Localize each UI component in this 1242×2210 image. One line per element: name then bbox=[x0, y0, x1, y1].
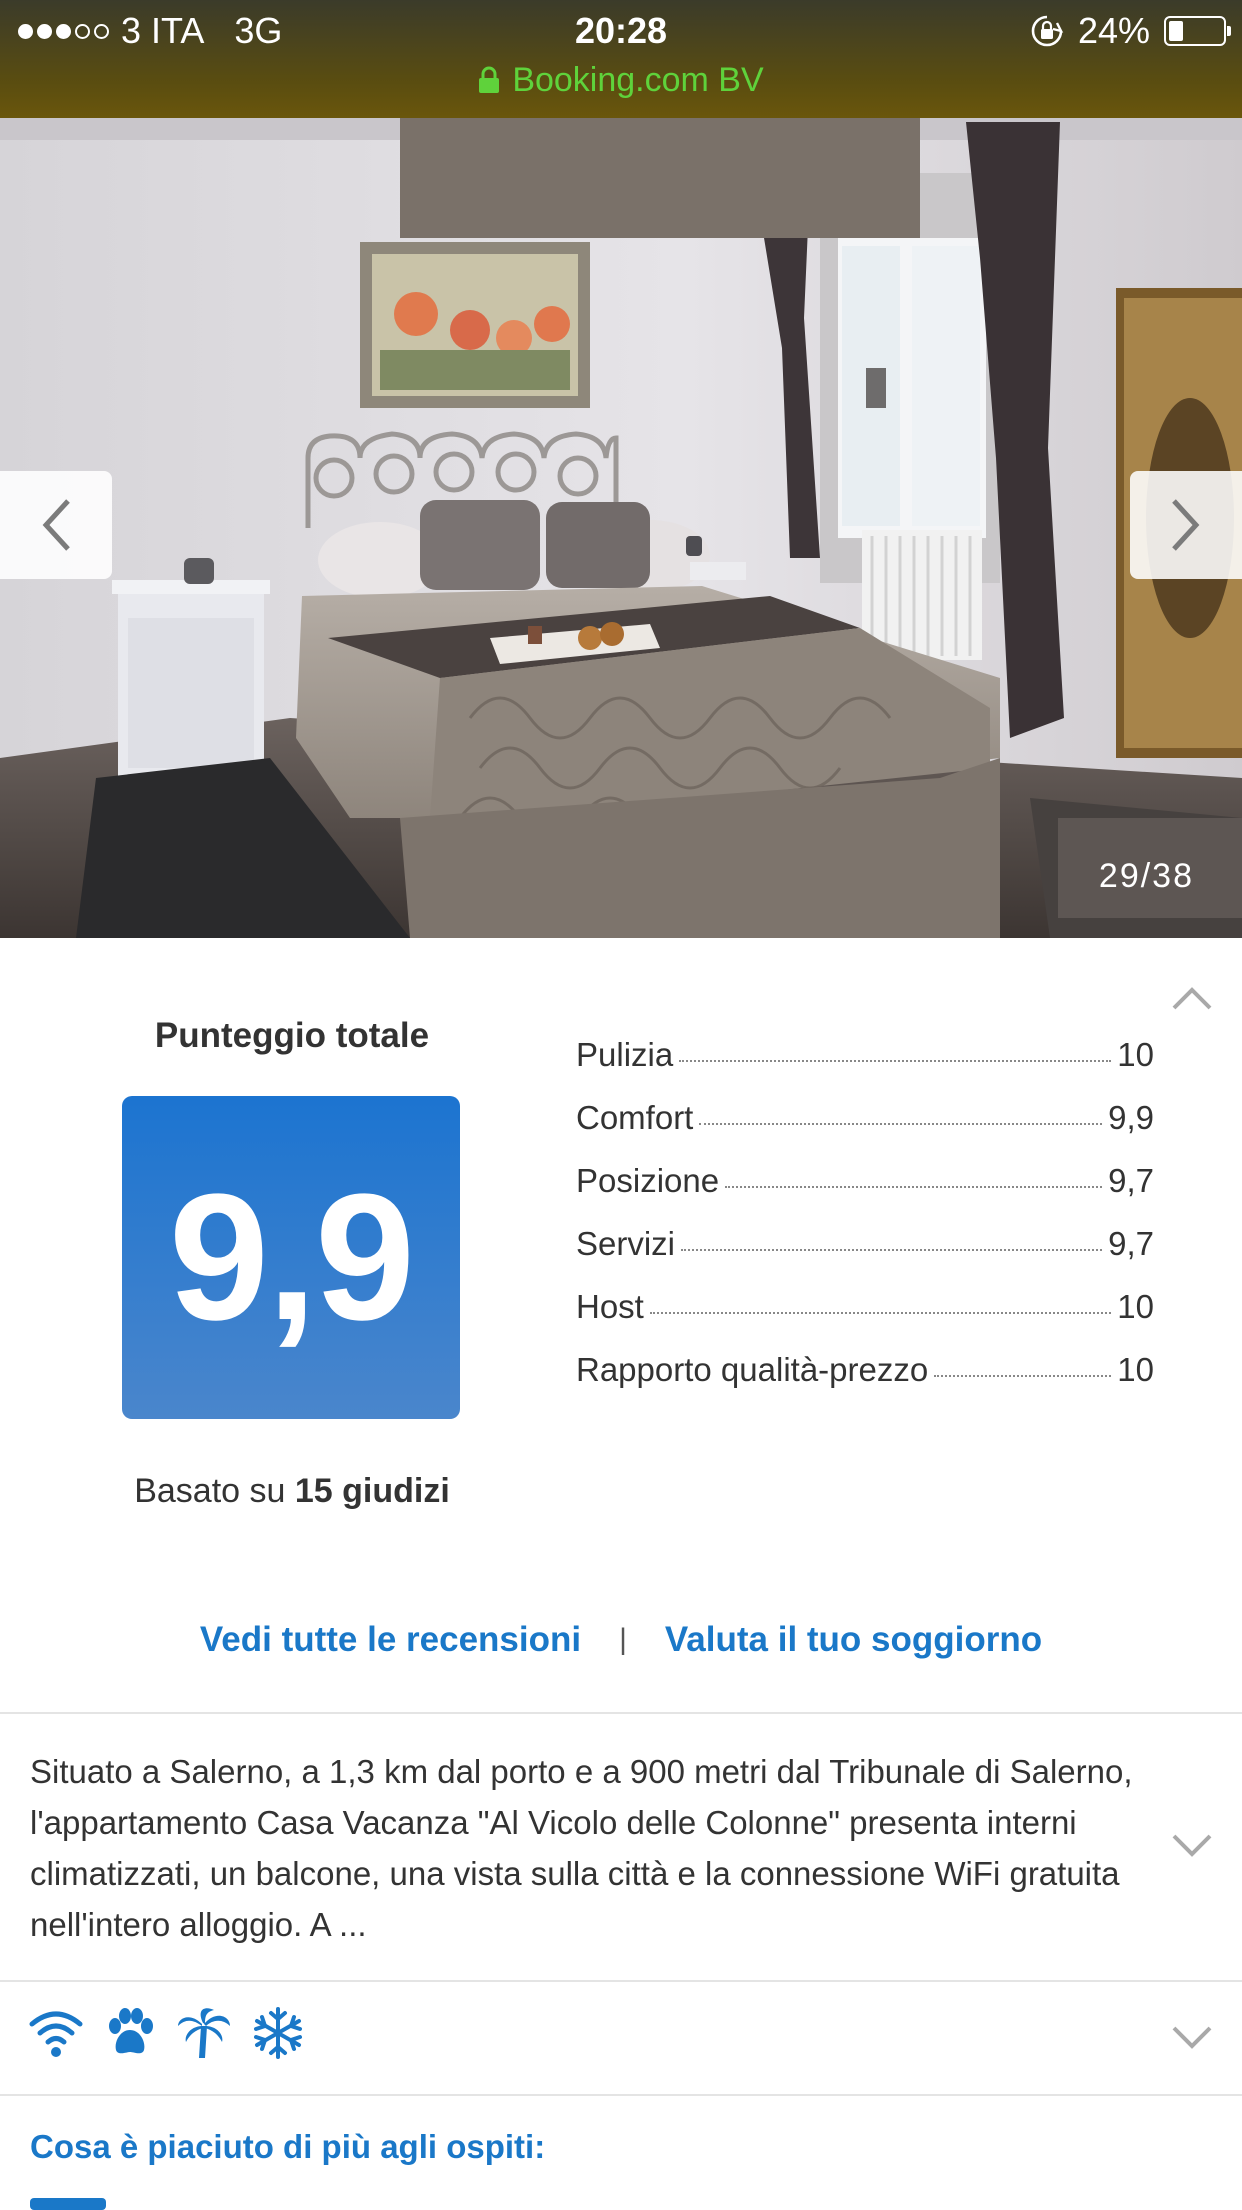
category-value: 9,7 bbox=[1108, 1225, 1154, 1262]
category-scores: Pulizia 10 Comfort 9,9 Posizione 9,7 Serviz… bbox=[576, 1036, 1154, 1414]
liked-badge-stub bbox=[30, 2198, 106, 2210]
category-row: Posizione 9,7 bbox=[576, 1162, 1154, 1225]
snowflake-icon bbox=[254, 2007, 302, 2059]
review-count-number: 15 giudizi bbox=[294, 1472, 450, 1510]
url-text: Booking.com BV bbox=[512, 60, 764, 99]
score-badge: 9,9 bbox=[122, 1096, 460, 1419]
category-value: 10 bbox=[1117, 1288, 1154, 1325]
palm-tree-icon bbox=[178, 2008, 230, 2058]
divider bbox=[0, 2094, 1242, 2096]
category-value: 9,7 bbox=[1108, 1162, 1154, 1199]
photo-gallery[interactable]: 29/38 bbox=[0, 118, 1242, 938]
previous-photo-button[interactable] bbox=[0, 471, 112, 579]
link-separator: | bbox=[619, 1623, 627, 1656]
next-photo-button[interactable] bbox=[1130, 471, 1242, 579]
amenity-icons[interactable] bbox=[28, 2005, 306, 2061]
property-description[interactable]: Situato a Salerno, a 1,3 km dal porto e … bbox=[30, 1746, 1160, 1950]
category-row: Host 10 bbox=[576, 1288, 1154, 1351]
chevron-up-icon[interactable] bbox=[1168, 984, 1216, 1014]
category-label: Posizione bbox=[576, 1162, 720, 1199]
divider bbox=[0, 1980, 1242, 1982]
photo-counter: 29/38 bbox=[1098, 857, 1194, 895]
review-links: Vedi tutte le recensioni | Valuta il tuo… bbox=[0, 1617, 1242, 1663]
chevron-down-icon[interactable] bbox=[1168, 1830, 1216, 1860]
status-bar: 3 ITA 3G 20:28 24% Booking.com BV bbox=[0, 0, 1242, 118]
wifi-icon bbox=[29, 2011, 83, 2057]
category-label: Pulizia bbox=[576, 1036, 674, 1073]
category-value: 10 bbox=[1117, 1036, 1154, 1073]
battery-icon bbox=[1164, 16, 1231, 46]
score-title: Punteggio totale bbox=[154, 1016, 430, 1055]
chevron-left-icon bbox=[42, 499, 70, 551]
divider bbox=[0, 1712, 1242, 1714]
rate-stay-link[interactable]: Valuta il tuo soggiorno bbox=[665, 1620, 1042, 1660]
padlock-icon bbox=[479, 66, 500, 93]
score-value: 9,9 bbox=[168, 1157, 415, 1358]
status-right-group: 24% bbox=[1030, 10, 1231, 52]
category-label: Rapporto qualità-prezzo bbox=[576, 1351, 929, 1388]
category-row: Rapporto qualità-prezzo 10 bbox=[576, 1351, 1154, 1414]
chevron-right-icon bbox=[1172, 499, 1200, 551]
category-label: Comfort bbox=[576, 1099, 694, 1136]
category-value: 9,9 bbox=[1108, 1099, 1154, 1136]
category-value: 10 bbox=[1117, 1351, 1154, 1388]
rotation-lock-icon bbox=[1031, 15, 1064, 47]
category-row: Servizi 9,7 bbox=[576, 1225, 1154, 1288]
chevron-down-icon[interactable] bbox=[1168, 2022, 1216, 2052]
see-all-reviews-link[interactable]: Vedi tutte le recensioni bbox=[200, 1620, 581, 1660]
review-count-prefix: Basato su bbox=[134, 1472, 295, 1510]
category-label: Host bbox=[576, 1288, 644, 1325]
category-row: Comfort 9,9 bbox=[576, 1099, 1154, 1162]
category-row: Pulizia 10 bbox=[576, 1036, 1154, 1099]
room-photo bbox=[0, 118, 1242, 938]
battery-percent: 24% bbox=[1077, 10, 1150, 51]
category-label: Servizi bbox=[576, 1225, 676, 1262]
url-bar[interactable]: Booking.com BV bbox=[0, 58, 1242, 102]
paw-icon bbox=[109, 2008, 153, 2054]
guests-liked-heading: Cosa è piaciuto di più agli ospiti: bbox=[30, 2128, 546, 2165]
review-count: Basato su 15 giudizi bbox=[92, 1472, 492, 1511]
